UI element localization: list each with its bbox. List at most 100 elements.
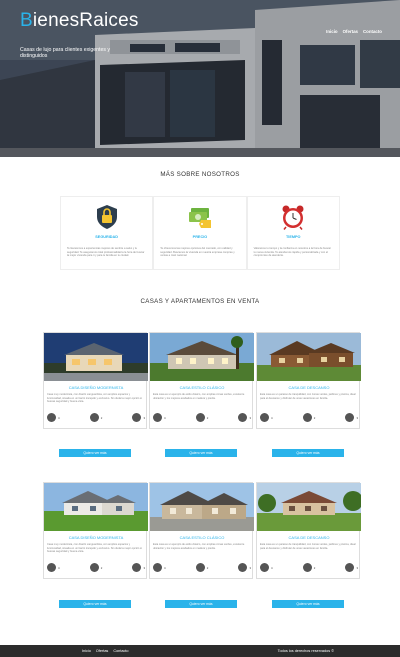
bathroom-icon [89, 563, 99, 572]
copyright-text: Todos los derechos reservados © [277, 648, 334, 653]
main-nav: Inicio Ofertas Contacto [326, 29, 382, 34]
parking-count: 4 [164, 415, 166, 420]
bathroom-icon [302, 563, 312, 572]
bathroom-icon [89, 413, 99, 422]
bedroom-icon [238, 413, 248, 422]
logo-initial: B [20, 10, 33, 31]
nav-link-inicio[interactable]: Inicio [326, 29, 337, 34]
view-more-button[interactable]: Quiero ver más [272, 449, 344, 457]
car-icon [260, 563, 269, 572]
view-more-button[interactable]: Quiero ver más [272, 600, 344, 608]
listing-description: Casa muy modernista, con diseño vanguard… [47, 393, 142, 403]
listing-features: 4 2 3 [153, 563, 251, 572]
bathroom-count: 2 [100, 415, 103, 420]
parking-count: 4 [271, 565, 273, 570]
car-icon [153, 563, 162, 572]
house-image [150, 483, 254, 531]
footer-nav: Inicio Ofertas Contacto [82, 649, 129, 653]
feature-title: PRECIO [192, 235, 208, 239]
nav-link-ofertas[interactable]: Ofertas [343, 29, 358, 34]
about-title: MÁS SOBRE NOSOTROS [160, 171, 240, 178]
bathroom-count: 2 [100, 565, 103, 570]
listing-title: CASA DE DESCANSO [288, 385, 330, 390]
footer-link-contacto[interactable]: Contacto [113, 649, 128, 653]
listing-card[interactable]: CASA DISEÑO MODERNISTA Casa muy modernis… [43, 482, 148, 579]
feature-text: Te ofrecemos las mejores opciones del me… [160, 247, 235, 257]
bedroom-icon [345, 413, 355, 422]
site-logo[interactable]: BienesRaices [20, 10, 139, 32]
feature-price: PRECIO Te ofrecemos las mejores opciones… [153, 196, 247, 270]
bathroom-count: 2 [206, 565, 209, 570]
bedroom-count: 3 [249, 415, 251, 420]
listing-title: CASA ESTILO CLÁSICO [179, 535, 225, 540]
parking-count: 4 [58, 415, 60, 420]
listing-description: Esta casa es un paraíso de tranquilidad,… [260, 393, 356, 400]
view-more-button[interactable]: Quiero ver más [165, 600, 237, 608]
listing-description: Casa muy modernista, con diseño vanguard… [47, 543, 142, 553]
footer-link-ofertas[interactable]: Ofertas [96, 649, 108, 653]
bathroom-count: 2 [206, 415, 209, 420]
parking-count: 4 [164, 565, 166, 570]
listing-title: CASA DISEÑO MODERNISTA [68, 535, 124, 540]
car-icon [153, 413, 162, 422]
bedroom-count: 3 [143, 565, 145, 570]
feature-security: SEGURIDAD Te llevaremos a experiencias m… [60, 196, 154, 270]
listing-title: CASA DISEÑO MODERNISTA [68, 385, 124, 390]
features-row: SEGURIDAD Te llevaremos a experiencias m… [60, 196, 340, 270]
listing-features: 4 2 3 [260, 413, 358, 422]
lock-shield-icon [67, 203, 146, 231]
listing-card[interactable]: CASA DE DESCANSO Esta casa es un paraíso… [256, 332, 361, 429]
view-more-button[interactable]: Quiero ver más [59, 600, 131, 608]
bathroom-icon [302, 413, 312, 422]
house-image [150, 333, 254, 381]
hero-tagline: Casas de lujo para clientes exigentes y … [20, 47, 110, 60]
listing-card[interactable]: CASA ESTILO CLÁSICO Esta casa es un ejem… [149, 482, 254, 579]
parking-count: 4 [58, 565, 60, 570]
bedroom-count: 3 [249, 565, 251, 570]
car-icon [260, 413, 269, 422]
feature-title: TIEMPO [285, 235, 301, 239]
bedroom-icon [345, 563, 355, 572]
feature-text: Te llevaremos a experiencias mejores de … [67, 247, 145, 257]
hero-banner: BienesRaices Casas de lujo para clientes… [0, 0, 400, 157]
bathroom-icon [195, 413, 205, 422]
feature-title: SEGURIDAD [95, 235, 119, 239]
bathroom-icon [195, 563, 205, 572]
bathroom-count: 2 [313, 415, 316, 420]
listing-features: 4 2 3 [153, 413, 251, 422]
bedroom-count: 3 [356, 415, 358, 420]
nav-link-contacto[interactable]: Contacto [363, 29, 382, 34]
bedroom-count: 3 [143, 415, 145, 420]
bedroom-icon [132, 563, 142, 572]
listing-card[interactable]: CASA ESTILO CLÁSICO Esta casa es un ejem… [149, 332, 254, 429]
site-footer: Inicio Ofertas Contacto Todos los derech… [0, 645, 400, 657]
view-more-button[interactable]: Quiero ver más [59, 449, 131, 457]
listing-description: Esta casa es un ejemplo de estilo clásic… [153, 543, 245, 550]
money-tag-icon [160, 203, 239, 231]
bedroom-icon [132, 413, 142, 422]
parking-count: 4 [271, 415, 273, 420]
alarm-clock-icon [254, 203, 333, 231]
listings-title: CASAS Y APARTAMENTOS EN VENTA [140, 298, 260, 305]
listing-title: CASA ESTILO CLÁSICO [179, 385, 225, 390]
house-image [44, 333, 148, 381]
listing-features: 4 2 3 [47, 413, 145, 422]
bathroom-count: 2 [313, 565, 316, 570]
listing-card[interactable]: CASA DISEÑO MODERNISTA Casa muy modernis… [43, 332, 148, 429]
car-icon [47, 413, 56, 422]
listing-description: Esta casa es un paraíso de tranquilidad,… [260, 543, 356, 550]
house-image [44, 483, 148, 531]
listing-features: 4 2 3 [47, 563, 145, 572]
feature-time: TIEMPO Valoramos tu tiempo y la confianz… [246, 196, 340, 270]
bedroom-icon [238, 563, 248, 572]
listing-card[interactable]: CASA DE DESCANSO Esta casa es un paraíso… [256, 482, 361, 579]
listing-title: CASA DE DESCANSO [288, 535, 330, 540]
listing-description: Esta casa es un ejemplo de estilo clásic… [153, 393, 245, 400]
view-more-button[interactable]: Quiero ver más [165, 449, 237, 457]
footer-link-inicio[interactable]: Inicio [82, 649, 91, 653]
listing-features: 4 2 3 [260, 563, 358, 572]
logo-text: ienesRaices [32, 10, 139, 31]
feature-text: Valoramos tu tiempo y la confianza en no… [253, 247, 331, 257]
house-image [257, 483, 361, 531]
car-icon [47, 563, 56, 572]
